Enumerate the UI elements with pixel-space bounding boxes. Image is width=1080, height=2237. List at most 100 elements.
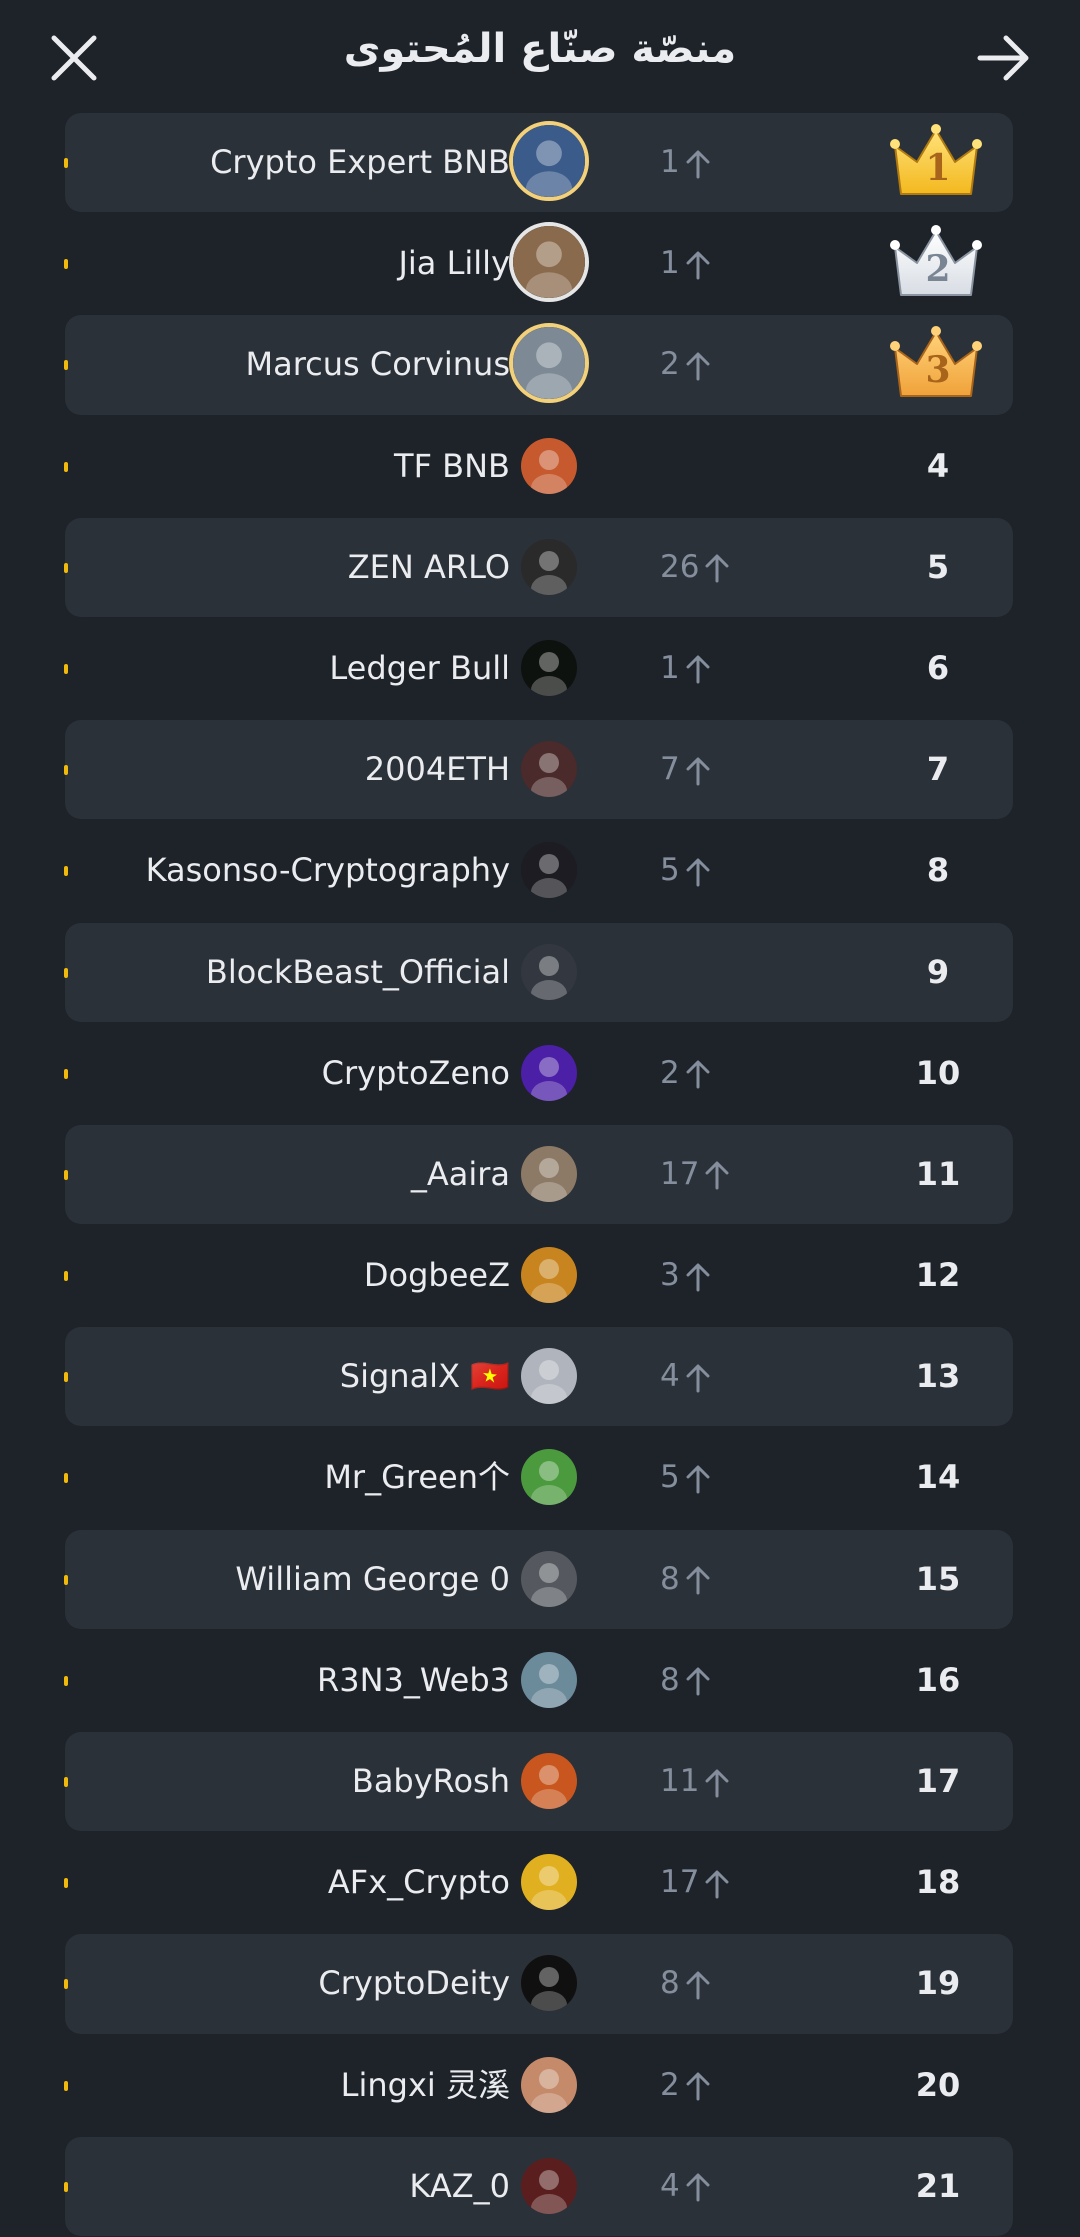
avatar[interactable]: [521, 1955, 577, 2012]
creator-name[interactable]: Lingxi 灵溪: [341, 2035, 510, 2136]
rank-change-value: 4: [660, 1358, 680, 1395]
row-edge-marker: [64, 1169, 68, 1180]
leaderboard-row[interactable]: R3N3_Web3 8 16: [0, 1630, 1080, 1731]
rank-change: 8: [660, 1529, 790, 1630]
leaderboard-row[interactable]: CryptoDeity 8 19: [0, 1933, 1080, 2034]
rank-change: 2: [660, 314, 790, 415]
leaderboard-row[interactable]: TF BNB 4: [0, 416, 1080, 517]
avatar[interactable]: [521, 1044, 577, 1101]
avatar[interactable]: [521, 538, 577, 595]
creator-name[interactable]: DogbeeZ: [364, 1225, 510, 1326]
row-edge-marker: [64, 259, 68, 270]
arrow-right-icon: [977, 35, 1029, 81]
creator-name[interactable]: Marcus Corvinus: [245, 314, 510, 415]
creator-name[interactable]: CryptoZeno: [322, 1023, 510, 1124]
creator-name[interactable]: AFx_Crypto: [328, 1832, 510, 1933]
creator-name[interactable]: _Aaira: [411, 1124, 510, 1225]
row-edge-marker: [64, 1878, 68, 1889]
avatar[interactable]: [521, 437, 577, 494]
rank-change: 11: [660, 1731, 790, 1832]
rank-number: 5: [926, 547, 950, 586]
row-edge-marker: [64, 1979, 68, 1990]
rank-change-value: 1: [660, 245, 680, 282]
avatar[interactable]: [509, 121, 589, 201]
creator-name[interactable]: R3N3_Web3: [317, 1630, 510, 1731]
leaderboard-row[interactable]: Jia Lilly 1 2: [0, 213, 1080, 314]
leaderboard-row[interactable]: 2004ETH 7 7: [0, 719, 1080, 820]
rank-change: 5: [660, 1427, 790, 1528]
avatar[interactable]: [521, 2056, 577, 2113]
rank-number: 8: [926, 851, 950, 890]
creator-name[interactable]: Ledger Bull: [329, 618, 510, 719]
rank-change-value: 1: [660, 649, 680, 686]
creator-name[interactable]: SignalX 🇻🇳: [340, 1326, 510, 1427]
row-edge-marker: [64, 562, 68, 573]
avatar[interactable]: [521, 2157, 577, 2214]
creator-name[interactable]: Kasonso-Cryptography: [146, 820, 510, 921]
rank-number: 6: [926, 648, 950, 687]
rank-change-value: 2: [660, 1054, 680, 1091]
avatar[interactable]: [521, 1145, 577, 1202]
creator-name[interactable]: CryptoDeity: [318, 1933, 510, 2034]
avatar[interactable]: [521, 1550, 577, 1607]
creator-leaderboard-list[interactable]: Crypto Expert BNB 1 1 Jia Lilly 1 2 Marcus Cor…: [0, 112, 1080, 2237]
creator-name[interactable]: Jia Lilly: [398, 213, 510, 314]
leaderboard-row[interactable]: Marcus Corvinus 2 3: [0, 314, 1080, 415]
forward-button[interactable]: [976, 32, 1032, 84]
avatar[interactable]: [509, 323, 589, 404]
leaderboard-row[interactable]: CryptoZeno 2 10: [0, 1023, 1080, 1124]
creator-name[interactable]: 2004ETH: [365, 719, 510, 820]
creator-name[interactable]: Mr_Green个: [324, 1427, 510, 1528]
avatar[interactable]: [521, 943, 577, 1000]
avatar[interactable]: [521, 741, 577, 798]
leaderboard-row[interactable]: AFx_Crypto 17 18: [0, 1832, 1080, 1933]
rank-number: 7: [926, 750, 950, 789]
avatar[interactable]: [521, 1854, 577, 1911]
creator-name[interactable]: BabyRosh: [352, 1731, 510, 1832]
rank-change: 4: [660, 1326, 790, 1427]
arrow-up-icon: [686, 858, 710, 887]
rank-number: 4: [926, 446, 950, 485]
rank-number: 17: [915, 1762, 961, 1800]
creator-name[interactable]: TF BNB: [394, 416, 510, 517]
leaderboard-row[interactable]: William George 0 8 15: [0, 1529, 1080, 1630]
leaderboard-row[interactable]: KAZ_0 4 21: [0, 2136, 1080, 2237]
avatar[interactable]: [521, 1753, 577, 1809]
avatar[interactable]: [521, 1247, 577, 1304]
avatar[interactable]: [521, 639, 577, 696]
avatar[interactable]: [521, 842, 577, 899]
creator-name[interactable]: KAZ_0: [409, 2136, 510, 2237]
leaderboard-row[interactable]: Kasonso-Cryptography 5 8: [0, 820, 1080, 921]
avatar[interactable]: [509, 222, 589, 303]
creator-name[interactable]: William George 0: [235, 1529, 510, 1630]
rank-number: 13: [915, 1357, 961, 1396]
rank-change: 7: [660, 719, 790, 820]
leaderboard-row[interactable]: _Aaira 17 11: [0, 1124, 1080, 1225]
creator-name[interactable]: Crypto Expert BNB: [210, 112, 510, 213]
rank-change-value: 11: [660, 1763, 700, 1799]
leaderboard-row[interactable]: SignalX 🇻🇳 4 13: [0, 1326, 1080, 1427]
creator-name[interactable]: BlockBeast_Official: [206, 922, 510, 1023]
rank-change-value: 5: [660, 1459, 680, 1496]
creator-name[interactable]: ZEN ARLO: [348, 517, 510, 618]
rank-change: 3: [660, 1225, 790, 1326]
rank-change: 17: [660, 1832, 790, 1933]
rank-number: 15: [915, 1559, 961, 1598]
arrow-up-icon: [686, 1566, 710, 1595]
leaderboard-row[interactable]: Lingxi 灵溪 2 20: [0, 2035, 1080, 2136]
rank-number: 10: [915, 1053, 961, 1092]
arrow-up-icon: [686, 757, 710, 786]
rank-change: 8: [660, 1630, 790, 1731]
arrow-up-icon: [686, 1060, 710, 1089]
avatar[interactable]: [521, 1348, 577, 1405]
row-edge-marker: [64, 663, 68, 674]
leaderboard-row[interactable]: Crypto Expert BNB 1 1: [0, 112, 1080, 213]
leaderboard-row[interactable]: Mr_Green个 5 14: [0, 1427, 1080, 1528]
rank-number: 12: [915, 1256, 961, 1295]
leaderboard-row[interactable]: BlockBeast_Official 9: [0, 922, 1080, 1023]
leaderboard-row[interactable]: BabyRosh 11 17: [0, 1731, 1080, 1832]
leaderboard-row[interactable]: Ledger Bull 1 6: [0, 618, 1080, 719]
leaderboard-row[interactable]: DogbeeZ 3 12: [0, 1225, 1080, 1326]
leaderboard-row[interactable]: ZEN ARLO 26 5: [0, 517, 1080, 618]
avatar[interactable]: [521, 1651, 577, 1708]
